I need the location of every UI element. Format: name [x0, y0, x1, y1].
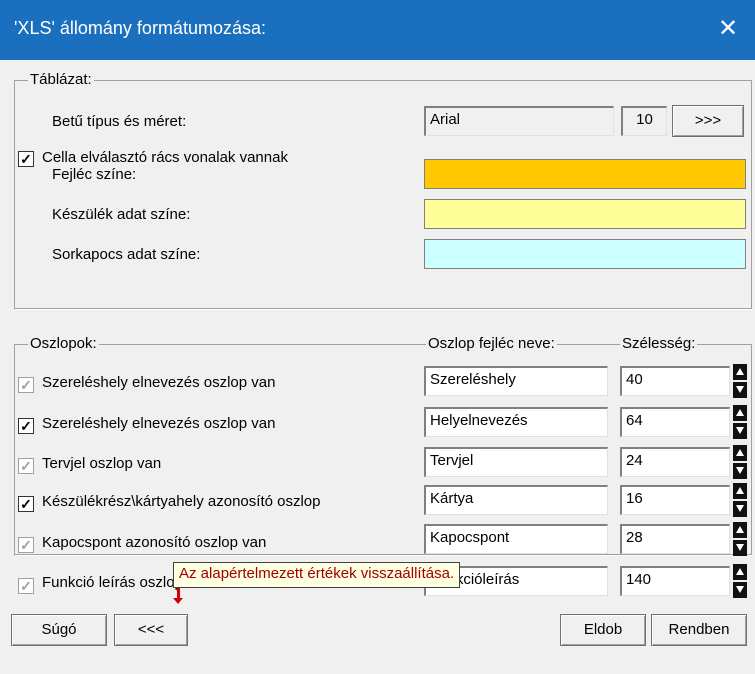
header-name-column-label: Oszlop fejléc neve:: [426, 335, 557, 352]
help-button[interactable]: Súgó: [11, 614, 107, 646]
column-width-input-1[interactable]: 40: [620, 366, 730, 396]
header-color-swatch[interactable]: [424, 159, 746, 189]
columns-group-label: Oszlopok:: [28, 335, 99, 352]
column-width-input-5[interactable]: 28: [620, 524, 730, 554]
column-checkbox-6: ✓: [18, 578, 34, 594]
column-label-3: Tervjel oszlop van: [42, 455, 162, 472]
column-width-spinner-2[interactable]: [733, 405, 749, 441]
device-color-label: Készülék adat színe:: [52, 206, 191, 223]
column-width-spinner-5[interactable]: [733, 522, 749, 558]
title-bar: 'XLS' állomány formátumozása: ✕: [0, 0, 755, 60]
column-checkbox-3: ✓: [18, 458, 34, 474]
column-checkbox-1: ✓: [18, 377, 34, 393]
column-width-spinner-1[interactable]: [733, 364, 749, 400]
column-width-input-2[interactable]: 64: [620, 407, 730, 437]
terminal-color-label: Sorkapocs adat színe:: [52, 246, 201, 263]
close-icon[interactable]: ✕: [711, 12, 745, 46]
terminal-color-swatch[interactable]: [424, 239, 746, 269]
column-header-input-5[interactable]: Kapocspont: [424, 524, 608, 554]
ok-button[interactable]: Rendben: [651, 614, 747, 646]
column-label-1: Szereléshely elnevezés oszlop van: [42, 374, 276, 391]
column-label-2: Szereléshely elnevezés oszlop van: [42, 415, 276, 432]
window-title: 'XLS' állomány formátumozása:: [14, 18, 266, 38]
font-name-field: Arial: [424, 106, 614, 136]
header-color-label: Fejléc színe:: [52, 166, 137, 183]
column-width-spinner-3[interactable]: [733, 445, 749, 481]
grid-lines-checkbox[interactable]: ✓: [18, 151, 34, 167]
column-header-input-1[interactable]: Szereléshely: [424, 366, 608, 396]
column-width-input-6[interactable]: 140: [620, 566, 730, 596]
column-checkbox-5: ✓: [18, 537, 34, 553]
grid-lines-label: Cella elválasztó rács vonalak vannak: [42, 149, 288, 166]
column-width-input-3[interactable]: 24: [620, 447, 730, 477]
column-header-input-3[interactable]: Tervjel: [424, 447, 608, 477]
column-checkbox-4[interactable]: ✓: [18, 496, 34, 512]
column-width-spinner-4[interactable]: [733, 483, 749, 519]
column-header-input-2[interactable]: Helyelnevezés: [424, 407, 608, 437]
width-column-label: Szélesség:: [620, 335, 698, 352]
table-group-label: Táblázat:: [28, 71, 94, 88]
font-size-field: 10: [621, 106, 667, 136]
font-select-button[interactable]: >>>: [672, 105, 744, 137]
column-label-5: Kapocspont azonosító oszlop van: [42, 534, 267, 551]
reset-tooltip: Az alapértelmezett értékek visszaállítás…: [173, 562, 461, 588]
column-checkbox-2[interactable]: ✓: [18, 418, 34, 434]
column-header-input-4[interactable]: Kártya: [424, 485, 608, 515]
column-width-input-4[interactable]: 16: [620, 485, 730, 515]
column-label-4: Készülékrész\kártyahely azonosító oszlop: [42, 493, 321, 510]
device-color-swatch[interactable]: [424, 199, 746, 229]
reset-defaults-button[interactable]: <<<: [114, 614, 188, 646]
font-label: Betű típus és méret:: [52, 113, 187, 130]
down-arrow-icon: [173, 588, 183, 604]
column-width-spinner-6[interactable]: [733, 564, 749, 600]
discard-button[interactable]: Eldob: [560, 614, 646, 646]
